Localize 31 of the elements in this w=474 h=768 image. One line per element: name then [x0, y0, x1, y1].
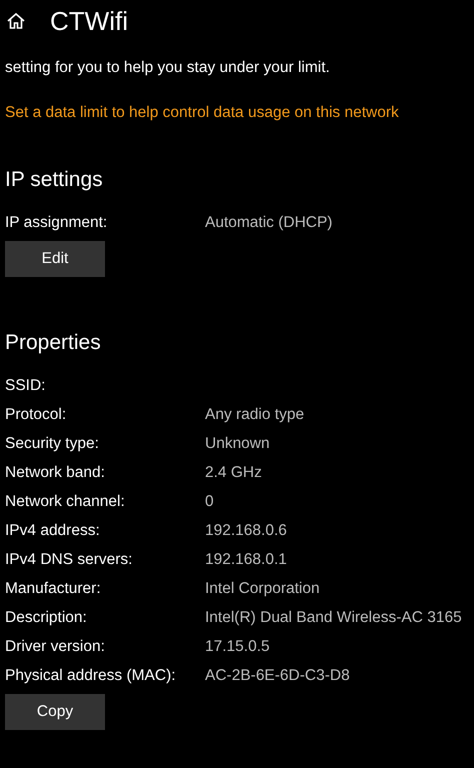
- property-label: SSID:: [5, 376, 46, 394]
- property-value: Automatic (DHCP): [205, 214, 334, 232]
- property-value: Intel(R) Dual Band Wireless-AC 3165: [205, 608, 463, 626]
- property-label: Network channel:: [5, 492, 126, 510]
- property-value: 0: [205, 492, 215, 510]
- section-heading: IP settings: [5, 167, 104, 193]
- property-label: Description:: [5, 608, 88, 626]
- property-value: 192.168.0.1: [205, 550, 288, 568]
- property-value: AC-2B-6E-6D-C3-D8: [205, 666, 351, 684]
- property-label: Physical address (MAC):: [5, 666, 177, 684]
- property-label: IPv4 address:: [5, 522, 101, 540]
- property-label: IP assignment:: [5, 214, 108, 232]
- property-value: 2.4 GHz: [205, 464, 263, 482]
- property-value: Any radio type: [205, 406, 306, 424]
- property-label: Security type:: [5, 434, 100, 452]
- property-value: 192.168.0.6: [205, 522, 288, 540]
- property-label: Protocol:: [5, 406, 68, 424]
- edit-button[interactable]: Edit: [5, 241, 105, 277]
- property-label: IPv4 DNS servers:: [5, 550, 134, 568]
- property-value: 17.15.0.5: [205, 638, 271, 656]
- section-heading: Properties: [5, 330, 102, 356]
- property-label: Driver version:: [5, 638, 106, 656]
- page-title: CTWifi: [50, 6, 128, 36]
- property-value: Unknown: [205, 434, 271, 452]
- data-limit-link[interactable]: Set a data limit to help control data usage on this network: [5, 104, 399, 122]
- copy-button[interactable]: Copy: [5, 694, 105, 730]
- description-text: setting for you to help you stay under your limit.: [5, 58, 330, 78]
- property-value: Intel Corporation: [205, 580, 321, 598]
- property-label: Manufacturer:: [5, 580, 102, 598]
- property-label: Network band:: [5, 464, 106, 482]
- home-icon[interactable]: [6, 11, 26, 31]
